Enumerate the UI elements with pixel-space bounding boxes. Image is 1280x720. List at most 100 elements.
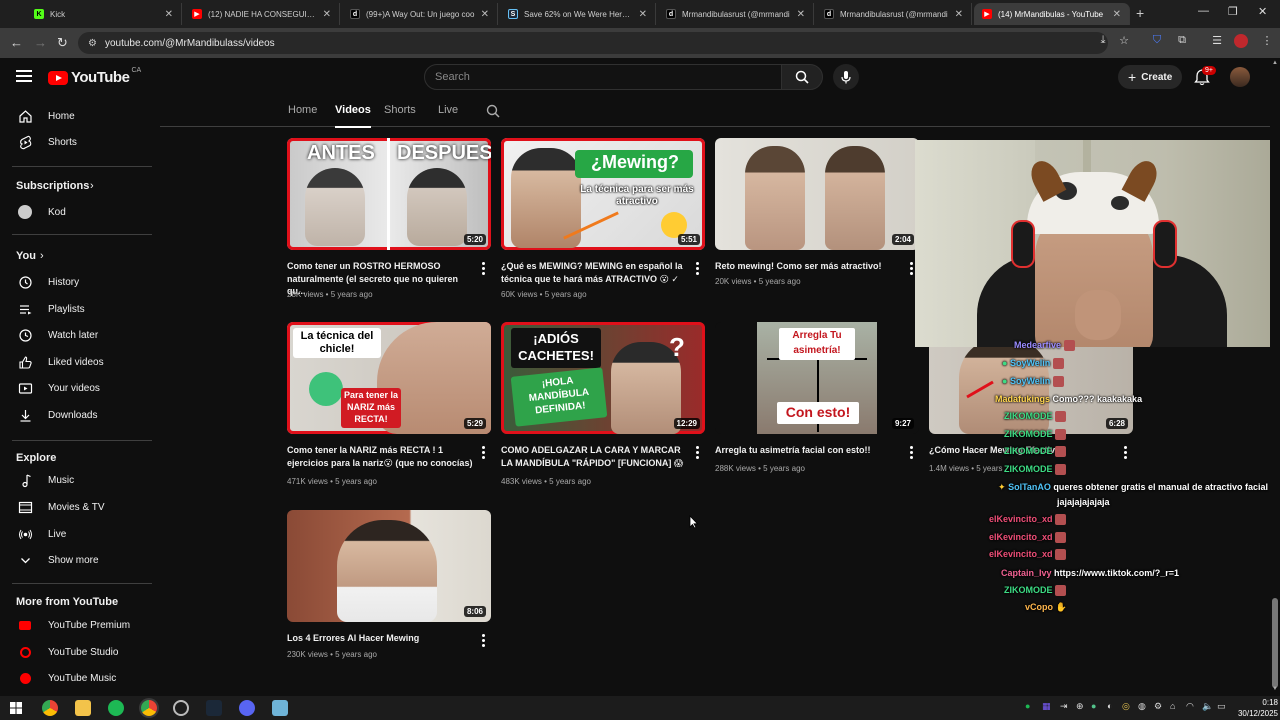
extensions-icon[interactable]: ⧉ <box>1175 34 1189 48</box>
restore-button[interactable]: ❐ <box>1228 5 1238 18</box>
youtube-logo[interactable]: YouTube CA <box>48 67 141 86</box>
video-thumbnail[interactable]: ¡ADIÓS CACHETES! ¡HOLA MANDÍBULA DEFINID… <box>501 322 705 434</box>
video-card[interactable]: ¡ADIÓS CACHETES! ¡HOLA MANDÍBULA DEFINID… <box>501 322 705 486</box>
video-title[interactable]: COMO ADELGAZAR LA CARA Y MARCAR LA MANDÍ… <box>501 444 687 469</box>
sidebar-item-watch-later[interactable]: Watch later <box>0 322 150 348</box>
sidebar-item-music[interactable]: Music <box>0 467 150 493</box>
search-button[interactable] <box>781 64 823 90</box>
video-card[interactable]: ANTES DESPUES 5:20 Como tener un ROSTRO … <box>287 138 491 299</box>
chrome-menu-icon[interactable]: ⋮ <box>1260 34 1274 48</box>
sidebar-item-movies[interactable]: Movies & TV <box>0 494 150 520</box>
browser-tab[interactable]: S Save 62% on We Were Here To ✕ <box>500 3 656 25</box>
spotify-icon[interactable] <box>108 700 124 716</box>
sidebar-item-youtube-premium[interactable]: YouTube Premium <box>0 612 150 638</box>
sidebar-item-live[interactable]: Live <box>0 521 150 547</box>
close-icon[interactable]: ✕ <box>955 9 963 20</box>
new-tab-button[interactable]: + <box>1136 5 1144 21</box>
forward-icon[interactable]: → <box>34 35 47 50</box>
sidebar-item-youtube-studio[interactable]: YouTube Studio <box>0 639 150 665</box>
video-thumbnail[interactable]: La técnica del chicle! Para tener la NAR… <box>287 322 491 434</box>
tray-icon[interactable]: ● <box>1091 701 1096 711</box>
profile-avatar-icon[interactable] <box>1234 34 1248 48</box>
tray-icon[interactable]: ⊕ <box>1076 701 1084 712</box>
chrome-active-icon[interactable] <box>141 700 157 716</box>
video-card[interactable]: 2:04 Reto mewing! Como ser más atractivo… <box>715 138 919 286</box>
close-icon[interactable]: ✕ <box>797 9 805 20</box>
tab-home[interactable]: Home <box>288 104 317 116</box>
account-avatar[interactable] <box>1230 67 1250 87</box>
video-card[interactable]: Arregla Tu asimetría! Con esto! 9:27 Arr… <box>715 322 919 473</box>
tray-icon[interactable]: ⇥ <box>1060 701 1068 712</box>
more-options-icon[interactable] <box>696 262 699 277</box>
close-icon[interactable]: ✕ <box>165 9 173 20</box>
tray-icon[interactable]: ⚙ <box>1154 701 1162 712</box>
close-icon[interactable]: ✕ <box>481 9 489 20</box>
video-title[interactable]: Los 4 Errores Al Hacer Mewing <box>287 632 473 645</box>
browser-tab[interactable]: d Mrmandibulasrust (@mrmandi ✕ <box>816 3 972 25</box>
browser-tab-active[interactable]: ▶ (14) MrMandibulas - YouTube ✕ <box>974 3 1130 25</box>
omnibox[interactable]: ⚙ youtube.com/@MrMandibulass/videos <box>78 32 1108 54</box>
sidebar-item-subscription[interactable]: Kod <box>0 199 150 225</box>
scrollbar-thumb[interactable] <box>1272 598 1278 688</box>
video-card[interactable]: La técnica del chicle! Para tener la NAR… <box>287 322 491 486</box>
obs-icon[interactable] <box>173 700 189 716</box>
sidebar-item-home[interactable]: Home <box>0 103 150 129</box>
more-options-icon[interactable] <box>482 262 485 277</box>
tab-live[interactable]: Live <box>438 104 458 116</box>
search-input[interactable]: Search <box>424 64 782 90</box>
windows-start-icon[interactable] <box>10 702 22 714</box>
sidebar-item-shorts[interactable]: Shorts <box>0 129 150 155</box>
browser-tab[interactable]: K Kick ✕ <box>26 3 182 25</box>
sidebar-item-playlists[interactable]: Playlists <box>0 296 150 322</box>
network-icon[interactable]: ⌂ <box>1170 701 1175 711</box>
tray-icon[interactable]: ◐ <box>1107 701 1112 711</box>
video-thumbnail[interactable]: ANTES DESPUES 5:20 <box>287 138 491 250</box>
more-options-icon[interactable] <box>482 446 485 461</box>
tray-icon[interactable]: ◎ <box>1122 701 1130 712</box>
close-icon[interactable]: ✕ <box>639 9 647 20</box>
tab-shorts[interactable]: Shorts <box>384 104 416 116</box>
steam-tray-icon[interactable]: ◍ <box>1138 701 1146 712</box>
you-heading[interactable]: You › <box>0 243 150 269</box>
video-card[interactable]: ¿Mewing? La técnica para ser más atracti… <box>501 138 705 299</box>
extension-shield-icon[interactable]: ⛉ <box>1150 34 1164 48</box>
subscriptions-heading[interactable]: Subscriptions › <box>0 173 150 199</box>
video-title[interactable]: Como tener la NARIZ más RECTA ! 1 ejerci… <box>287 444 473 469</box>
more-options-icon[interactable] <box>910 262 913 277</box>
video-title[interactable]: ¿Qué es MEWING? MEWING en español la téc… <box>501 260 687 285</box>
app-icon[interactable] <box>272 700 288 716</box>
tray-icon[interactable]: ▦ <box>1042 701 1051 712</box>
reading-list-icon[interactable]: ☰ <box>1210 34 1224 48</box>
scroll-down-icon[interactable]: ▼ <box>1272 686 1278 692</box>
tab-videos[interactable]: Videos <box>335 104 371 128</box>
video-card[interactable]: 8:06 Los 4 Errores Al Hacer Mewing 230K … <box>287 510 491 659</box>
video-thumbnail[interactable]: 2:04 <box>715 138 919 250</box>
video-thumbnail[interactable]: 8:06 <box>287 510 491 622</box>
video-title[interactable]: Arregla tu asimetría facial con esto!! <box>715 444 901 457</box>
search-icon[interactable] <box>486 104 500 118</box>
install-app-icon[interactable]: ⤓ <box>1096 34 1110 48</box>
sidebar-item-youtube-music[interactable]: YouTube Music <box>0 665 150 691</box>
reload-icon[interactable]: ↻ <box>57 35 68 51</box>
close-icon[interactable]: ✕ <box>1113 9 1121 20</box>
scroll-up-icon[interactable]: ▲ <box>1272 60 1278 66</box>
voice-search-button[interactable] <box>833 64 859 90</box>
file-explorer-icon[interactable] <box>75 700 91 716</box>
create-button[interactable]: + Create <box>1118 65 1183 89</box>
close-window-button[interactable]: ✕ <box>1258 5 1267 18</box>
site-info-icon[interactable]: ⚙ <box>88 38 97 49</box>
sidebar-item-downloads[interactable]: Downloads <box>0 402 150 428</box>
back-icon[interactable]: ← <box>10 35 23 50</box>
spotify-tray-icon[interactable]: ● <box>1025 701 1030 711</box>
video-thumbnail[interactable]: Arregla Tu asimetría! Con esto! 9:27 <box>715 322 919 434</box>
volume-icon[interactable]: 🔈 <box>1202 701 1213 712</box>
video-thumbnail[interactable]: ¿Mewing? La técnica para ser más atracti… <box>501 138 705 250</box>
sidebar-item-liked-videos[interactable]: Liked videos <box>0 349 150 375</box>
page-scrollbar[interactable]: ▲ ▼ <box>1270 58 1280 696</box>
steam-icon[interactable] <box>206 700 222 716</box>
browser-tab[interactable]: ▶ (12) NADIE HA CONSEGUIDO E ✕ <box>184 3 340 25</box>
browser-tab[interactable]: d (99+)A Way Out: Un juego coo ✕ <box>342 3 498 25</box>
menu-icon[interactable] <box>16 70 32 82</box>
minimize-button[interactable]: — <box>1198 5 1209 17</box>
more-options-icon[interactable] <box>696 446 699 461</box>
